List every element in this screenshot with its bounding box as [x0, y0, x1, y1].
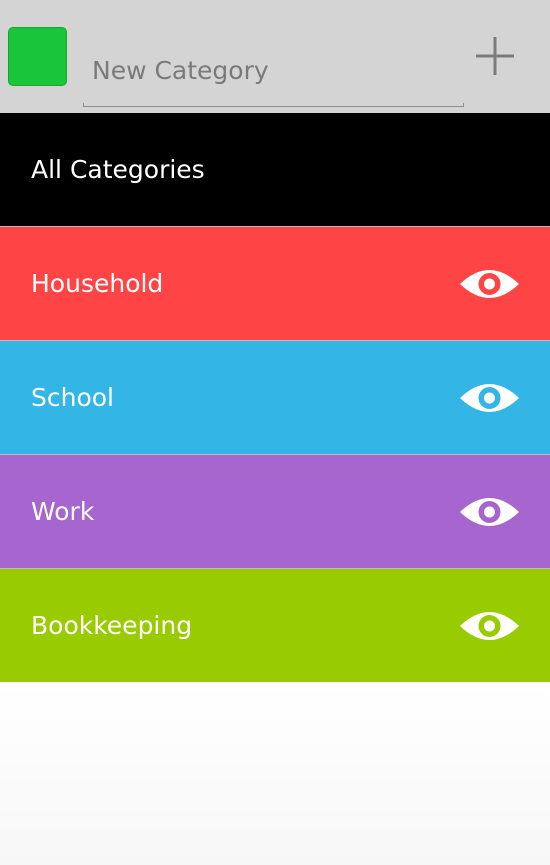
category-label: Work [31, 497, 95, 526]
visibility-toggle-bookkeeping[interactable] [459, 608, 520, 644]
visibility-toggle-household[interactable] [459, 266, 520, 302]
category-row-school[interactable]: School [0, 341, 550, 455]
category-list: All Categories Household School Work Boo… [0, 113, 550, 683]
category-row-household[interactable]: Household [0, 227, 550, 341]
eye-icon [460, 270, 519, 298]
empty-list-area [0, 682, 550, 865]
category-row-all[interactable]: All Categories [0, 113, 550, 227]
category-label: Bookkeeping [31, 611, 193, 640]
category-label: Household [31, 269, 164, 298]
category-label: School [31, 383, 114, 412]
category-color-picker[interactable] [8, 27, 67, 86]
eye-icon [460, 612, 519, 640]
eye-icon [460, 384, 519, 412]
new-category-input[interactable] [83, 34, 464, 106]
plus-icon [476, 37, 514, 75]
eye-icon [460, 498, 519, 526]
visibility-toggle-school[interactable] [459, 380, 520, 416]
category-row-bookkeeping[interactable]: Bookkeeping [0, 569, 550, 683]
visibility-toggle-work[interactable] [459, 494, 520, 530]
add-category-button[interactable] [472, 33, 518, 79]
category-label: All Categories [31, 155, 205, 184]
input-underline [83, 103, 464, 107]
category-editor-header [0, 0, 550, 113]
category-row-work[interactable]: Work [0, 455, 550, 569]
